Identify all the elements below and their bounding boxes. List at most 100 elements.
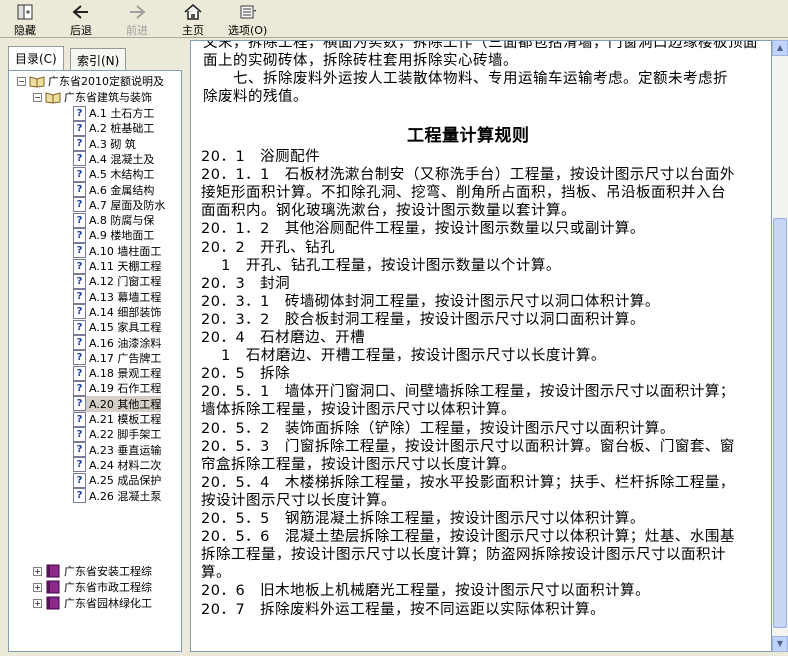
tree-item[interactable]: ? A.4 混凝土及 (73, 151, 154, 167)
tree-item[interactable]: ? A.12 门窗工程 (73, 273, 161, 289)
contents-tree[interactable]: − 广东省2010定额说明及 − 广东省建筑与装饰 ? A.1 土石方工? A.2 … (8, 70, 182, 652)
help-page-icon: ? (73, 166, 86, 182)
tree-node-label: 广东省2010定额说明及 (48, 75, 164, 88)
tree-item-label: A.22 脚手架工 (89, 428, 162, 442)
tree-item-label: A.23 垂直运输 (89, 443, 162, 457)
tree-item[interactable]: ? A.23 垂直运输 (73, 442, 161, 458)
tree-item-label: A.12 门窗工程 (89, 275, 162, 289)
tree-node-book[interactable]: + 广东省园林绿化工 (33, 595, 152, 611)
scroll-down-button[interactable]: ▼ (772, 636, 788, 652)
tree-node-label: 广东省安装工程综 (64, 565, 152, 578)
tab-contents[interactable]: 目录(C) (8, 46, 64, 70)
tree-item-label: A.3 砌 筑 (89, 137, 136, 151)
book-icon (46, 580, 60, 594)
help-page-icon: ? (73, 488, 86, 503)
tree-item-label: A.20 其他工程 (89, 397, 162, 411)
tree-item-label: A.18 景观工程 (89, 367, 162, 381)
tree-item[interactable]: ? A.3 砌 筑 (73, 136, 136, 152)
content-line: 20．7 拆除废料外运工程量，按不同运距以实际体积计算。 (201, 601, 606, 618)
tree-item[interactable]: ? A.26 混凝土泵 (73, 488, 161, 504)
back-button[interactable]: 后退 (70, 0, 92, 38)
help-page-icon: ? (73, 243, 86, 259)
help-viewer-window: 隐藏 后退 前进 主页 选项(O) 目录(C) 索引(N) − 广东省2010定… (0, 0, 788, 656)
help-page-icon: ? (73, 426, 86, 442)
expand-icon[interactable]: + (33, 598, 42, 608)
tree-item[interactable]: ? A.17 广告牌工 (73, 350, 161, 366)
tree-item-label: A.1 土石方工 (89, 107, 155, 120)
tree-item[interactable]: ? A.7 屋面及防水 (73, 197, 165, 213)
book-icon (46, 564, 60, 578)
tree-item[interactable]: ? A.16 油漆涂料 (73, 335, 161, 351)
hide-icon (17, 4, 33, 20)
help-page-icon: ? (73, 350, 86, 366)
help-page-icon: ? (73, 472, 86, 488)
tree-item[interactable]: ? A.8 防腐与保 (73, 212, 154, 228)
help-page-icon: ? (73, 319, 86, 335)
tree-item[interactable]: ? A.24 材料二次 (73, 457, 161, 473)
tree-item-label: A.4 混凝土及 (89, 152, 155, 166)
tree-item[interactable]: ? A.1 土石方工 (73, 105, 154, 121)
tree-item[interactable]: ? A.13 幕墙工程 (73, 289, 161, 305)
options-label: 选项(O) (228, 24, 268, 37)
section-heading: 工程量计算规则 (407, 126, 530, 146)
back-label: 后退 (70, 24, 92, 37)
expand-icon[interactable]: + (33, 582, 42, 592)
tree-item-label: A.13 幕墙工程 (89, 290, 162, 304)
book-icon (46, 596, 60, 610)
tree-item[interactable]: ? A.18 景观工程 (73, 365, 161, 381)
tree-item-label: A.9 楼地面工 (89, 229, 155, 243)
home-icon (184, 4, 202, 20)
tree-item-label: A.14 细部装饰 (89, 305, 162, 319)
tree-item[interactable]: ? A.9 楼地面工 (73, 227, 154, 243)
help-page-icon: ? (73, 136, 86, 152)
help-page-icon: ? (73, 212, 86, 228)
tree-node-sub[interactable]: − 广东省建筑与装饰 (33, 89, 152, 105)
options-button[interactable]: 选项(O) (228, 0, 267, 38)
tab-index[interactable]: 索引(N) (70, 48, 127, 70)
scroll-thumb[interactable] (773, 218, 787, 628)
vertical-scrollbar[interactable]: ▲ ▼ (772, 40, 788, 652)
tree-item-label: A.15 家具工程 (89, 321, 162, 335)
tree-item[interactable]: ? A.25 成品保护 (73, 472, 161, 488)
topic-content: 文末，拆除工程，横面为实数，拆除工作（三面都包括滑墙，门窗洞口边缘楼板顶面 面上… (190, 40, 772, 652)
tree-node-book[interactable]: + 广东省市政工程综 (33, 579, 152, 595)
tree-item[interactable]: ? A.15 家具工程 (73, 319, 161, 335)
collapse-icon[interactable]: − (33, 92, 42, 102)
help-page-icon: ? (73, 365, 86, 381)
tree-node-root[interactable]: − 广东省2010定额说明及 (17, 73, 164, 89)
help-page-icon: ? (73, 289, 86, 305)
tree-item[interactable]: ? A.20 其他工程 (73, 395, 162, 412)
tree-item[interactable]: ? A.6 金属结构 (73, 182, 154, 198)
help-page-icon: ? (73, 411, 86, 427)
forward-button[interactable]: 前进 (126, 0, 148, 38)
tree-item[interactable]: ? A.21 模板工程 (73, 411, 161, 427)
tree-item[interactable]: ? A.10 墙柱面工 (73, 243, 161, 259)
help-page-icon: ? (73, 197, 86, 213)
open-book-icon (29, 76, 45, 88)
tree-item-label: A.10 墙柱面工 (89, 244, 162, 258)
tree-item[interactable]: ? A.22 脚手架工 (73, 426, 161, 442)
expand-icon[interactable]: + (33, 566, 42, 576)
open-book-icon (45, 92, 61, 104)
forward-icon (130, 5, 146, 19)
tree-item[interactable]: ? A.2 桩基础工 (73, 120, 154, 136)
tree-item-label: A.16 油漆涂料 (89, 336, 162, 350)
tree-item[interactable]: ? A.19 石作工程 (73, 380, 161, 396)
tree-node-book[interactable]: + 广东省安装工程综 (33, 563, 152, 579)
scroll-up-button[interactable]: ▲ (772, 40, 788, 56)
help-page-icon: ? (73, 120, 86, 136)
tree-item-label: A.21 模板工程 (89, 413, 162, 426)
tree-item[interactable]: ? A.11 天棚工程 (73, 258, 161, 274)
home-button[interactable]: 主页 (182, 0, 204, 38)
hide-button[interactable]: 隐藏 (14, 0, 36, 38)
tree-item[interactable]: ? A.14 细部装饰 (73, 304, 161, 320)
help-page-icon: ? (73, 258, 86, 274)
tree-item[interactable]: ? A.5 木结构工 (73, 166, 154, 182)
collapse-icon[interactable]: − (17, 76, 26, 86)
help-page-icon: ? (73, 182, 86, 197)
forward-label: 前进 (126, 24, 148, 37)
tree-item-label: A.5 木结构工 (89, 168, 155, 182)
help-page-icon: ? (73, 304, 86, 320)
help-page-icon: ? (73, 457, 86, 473)
tree-item-label: A.26 混凝土泵 (89, 489, 162, 503)
